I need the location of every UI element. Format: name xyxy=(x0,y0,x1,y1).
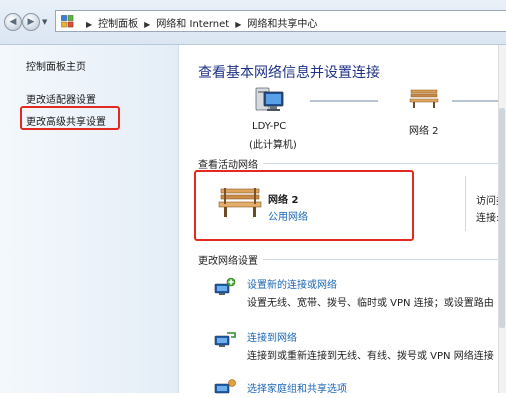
task-setup-connection-desc: 设置无线、宽带、拨号、临时或 VPN 连接；或设置路由 xyxy=(247,298,494,309)
breadcrumb-network-internet[interactable]: 网络和 Internet xyxy=(156,19,229,30)
recent-pages-dropdown[interactable]: ▼ xyxy=(42,18,47,26)
connection-line-internet xyxy=(452,100,498,102)
task-connect-to-network-desc: 连接到或重新连接到无线、有线、拨号或 VPN 网络连接 xyxy=(247,351,494,362)
network-map-label: 网络 2 xyxy=(409,126,439,137)
connection-line xyxy=(310,100,378,102)
forward-button[interactable]: ▶ xyxy=(22,13,40,31)
chevron-right-icon[interactable]: ▶ xyxy=(235,20,241,29)
chevron-right-icon[interactable]: ▶ xyxy=(86,20,92,29)
breadcrumb-network-sharing-center[interactable]: 网络和共享中心 xyxy=(247,19,317,30)
connect-network-icon xyxy=(214,332,236,347)
new-connection-icon xyxy=(214,277,236,295)
connections-label: 连接: xyxy=(476,213,500,224)
address-bar: ◀ ▶ ▼ ▶ 控制面板 ▶ 网络和 Internet ▶ 网络和共享中心 xyxy=(0,0,506,45)
computer-icon xyxy=(255,87,284,111)
bench-icon xyxy=(409,89,439,108)
arrow-left-icon: ◀ xyxy=(9,17,17,27)
computer-name: LDY-PC xyxy=(252,121,287,132)
highlight-box-network xyxy=(194,170,414,241)
task-connect-to-network[interactable]: 连接到网络 xyxy=(247,329,297,344)
section-divider xyxy=(263,259,498,260)
homegroup-icon xyxy=(214,379,236,394)
page-title: 查看基本网络信息并设置连接 xyxy=(198,65,380,81)
sidebar-item-change-adapter-settings[interactable]: 更改适配器设置 xyxy=(26,91,96,106)
breadcrumb[interactable]: ▶ 控制面板 ▶ 网络和 Internet ▶ 网络和共享中心 xyxy=(55,10,506,32)
section-divider xyxy=(263,163,498,164)
breadcrumb-control-panel[interactable]: 控制面板 xyxy=(98,19,138,30)
control-panel-icon xyxy=(61,15,74,28)
highlight-box xyxy=(20,106,120,130)
vertical-divider xyxy=(465,176,466,231)
back-button[interactable]: ◀ xyxy=(4,13,22,31)
sidebar-item-control-panel-home[interactable]: 控制面板主页 xyxy=(26,58,86,73)
chevron-right-icon[interactable]: ▶ xyxy=(144,20,150,29)
change-settings-heading: 更改网络设置 xyxy=(198,256,258,267)
arrow-right-icon: ▶ xyxy=(27,17,35,27)
task-setup-connection[interactable]: 设置新的连接或网络 xyxy=(247,276,337,291)
active-networks-heading: 查看活动网络 xyxy=(198,160,258,171)
computer-subtitle: (此计算机) xyxy=(249,140,297,151)
scrollbar-thumb[interactable] xyxy=(499,108,505,328)
